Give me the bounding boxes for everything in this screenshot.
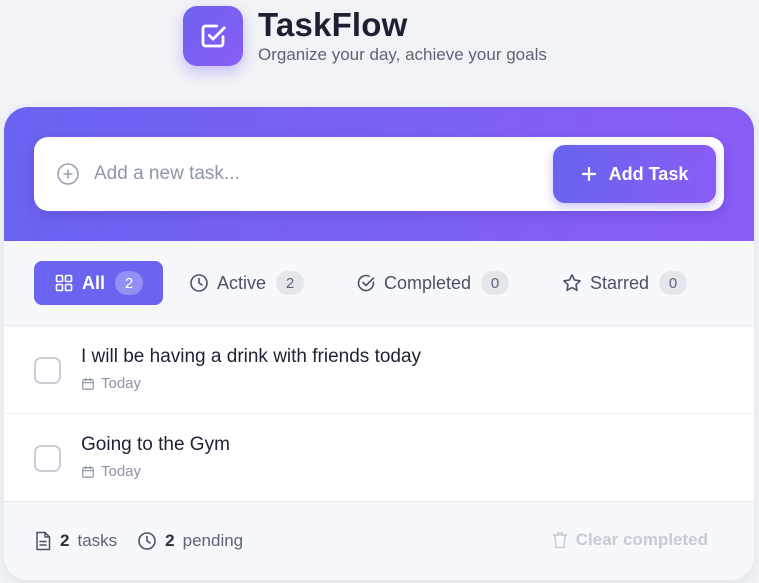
tab-active-label: Active <box>217 272 267 293</box>
add-task-button[interactable]: Add Task <box>553 145 716 203</box>
task-due-label: Today <box>101 375 142 392</box>
plus-icon <box>581 166 596 182</box>
clock-icon <box>190 274 208 292</box>
pending-count: 2 <box>165 531 175 550</box>
trash-icon <box>552 532 567 549</box>
task-card: Add Task All 2 Active 2 <box>4 107 754 580</box>
brand: TaskFlow Organize your day, achieve your… <box>258 7 547 65</box>
tab-active-count: 2 <box>276 271 305 295</box>
task-checkbox[interactable] <box>34 445 61 472</box>
check-circle-icon <box>357 274 375 292</box>
app-header: TaskFlow Organize your day, achieve your… <box>183 6 547 66</box>
tab-active[interactable]: Active 2 <box>179 261 314 305</box>
new-task-input[interactable] <box>94 163 514 185</box>
tab-completed-count: 0 <box>481 271 510 295</box>
calendar-icon <box>82 465 94 478</box>
task-title[interactable]: Going to the Gym <box>81 434 230 456</box>
tab-completed-label: Completed <box>384 272 472 293</box>
tab-all-label: All <box>82 272 106 293</box>
tasks-count: 2 <box>60 531 70 550</box>
task-composer: Add Task <box>34 137 724 211</box>
add-task-label: Add Task <box>608 163 689 184</box>
task-footer: 2 tasks 2 pending Clear completed <box>4 501 754 580</box>
calendar-icon <box>82 377 94 390</box>
tab-starred-label: Starred <box>590 272 650 293</box>
app-logo <box>183 6 243 66</box>
document-icon <box>36 531 51 551</box>
plus-circle-icon <box>57 163 79 185</box>
app-title: TaskFlow <box>258 6 408 43</box>
clock-icon <box>138 532 156 550</box>
task-due: Today <box>81 375 141 392</box>
task-item: I will be having a drink with friends to… <box>4 326 754 414</box>
tab-starred-count: 0 <box>659 271 688 295</box>
tasks-stat: 2 tasks <box>34 531 117 551</box>
clear-completed-button[interactable]: Clear completed <box>552 530 708 550</box>
star-icon <box>563 274 581 292</box>
tab-all-count: 2 <box>115 271 144 295</box>
app-subtitle: Organize your day, achieve your goals <box>258 45 547 64</box>
task-due-label: Today <box>101 463 142 480</box>
task-due: Today <box>81 463 141 480</box>
pending-label: pending <box>182 531 244 550</box>
task-title[interactable]: I will be having a drink with friends to… <box>81 346 421 368</box>
tasks-label: tasks <box>77 531 118 550</box>
grid-icon <box>55 274 73 292</box>
tab-completed[interactable]: Completed 0 <box>346 261 519 305</box>
pending-stat: 2 pending <box>137 531 243 551</box>
tab-starred[interactable]: Starred 0 <box>552 261 697 305</box>
checkbox-logo-icon <box>201 24 226 48</box>
task-checkbox[interactable] <box>34 357 61 384</box>
task-item: Going to the Gym Today <box>4 414 754 502</box>
composer-banner: Add Task <box>4 107 754 241</box>
filter-tabs: All 2 Active 2 Completed 0 Starred 0 <box>4 241 754 326</box>
tab-all[interactable]: All 2 <box>34 261 164 305</box>
clear-completed-label: Clear completed <box>575 530 708 549</box>
